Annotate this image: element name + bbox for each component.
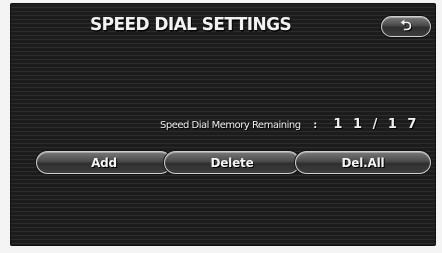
- memory-remaining-label: Speed Dial Memory Remaining: [160, 120, 301, 131]
- speed-dial-settings-screen: SPEED DIAL SETTINGS ⮌ Speed Dial Memory …: [10, 3, 436, 246]
- delete-all-button[interactable]: Del.All: [295, 151, 431, 174]
- memory-remaining-count: 1 1 / 1 7: [333, 117, 420, 132]
- delete-button-label: Delete: [210, 155, 254, 170]
- memory-remaining: Speed Dial Memory Remaining : 1 1 / 1 7: [160, 117, 419, 132]
- add-button-label: Add: [91, 155, 117, 170]
- add-button[interactable]: Add: [36, 151, 172, 174]
- delete-button[interactable]: Delete: [164, 151, 300, 174]
- return-arrow-icon: ⮌: [400, 17, 412, 34]
- page-title: SPEED DIAL SETTINGS: [90, 14, 292, 36]
- delete-all-button-label: Del.All: [341, 155, 385, 170]
- memory-separator: :: [313, 120, 317, 131]
- back-button[interactable]: ⮌: [381, 16, 431, 37]
